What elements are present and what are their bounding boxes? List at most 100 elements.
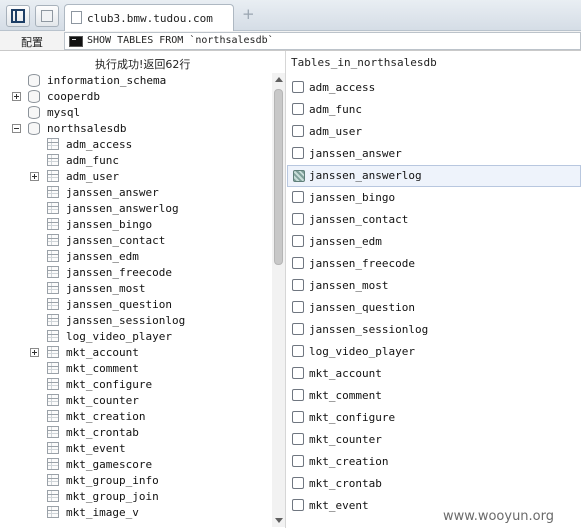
tree-table-item[interactable]: mkt_configure	[0, 377, 272, 393]
result-row[interactable]: mkt_configure	[287, 407, 581, 429]
result-row[interactable]: janssen_edm	[287, 231, 581, 253]
tree-item-label: mkt_image_v	[66, 506, 139, 519]
window-icon	[41, 10, 53, 22]
query-input[interactable]: SHOW TABLES FROM `northsalesdb`	[64, 32, 581, 50]
tree-table-item[interactable]: janssen_edm	[0, 249, 272, 265]
row-checkbox[interactable]	[292, 389, 304, 401]
result-cell: mkt_account	[309, 367, 382, 380]
result-row[interactable]: janssen_question	[287, 297, 581, 319]
tree-table-item[interactable]: mkt_counter	[0, 393, 272, 409]
tab-active[interactable]: club3.bmw.tudou.com	[64, 4, 234, 31]
result-row[interactable]: adm_user	[287, 121, 581, 143]
result-row[interactable]: mkt_counter	[287, 429, 581, 451]
tree-item-label: janssen_bingo	[66, 218, 153, 231]
tree-table-item[interactable]: mkt_gamescore	[0, 457, 272, 473]
config-button[interactable]: 配置	[21, 34, 43, 50]
result-cell: janssen_answerlog	[309, 169, 422, 182]
row-checkbox[interactable]	[292, 279, 304, 291]
scroll-down-arrow-icon[interactable]	[275, 518, 283, 523]
table-icon	[47, 170, 59, 182]
collapse-minus-icon[interactable]	[12, 124, 21, 133]
result-row[interactable]: adm_func	[287, 99, 581, 121]
tree-item-label: mkt_counter	[66, 394, 139, 407]
tree-item-label: northsalesdb	[47, 122, 127, 135]
tree-database-item[interactable]: mysql	[0, 105, 272, 121]
table-icon	[47, 330, 59, 342]
tree-table-item[interactable]: mkt_crontab	[0, 425, 272, 441]
result-row[interactable]: mkt_creation	[287, 451, 581, 473]
row-checkbox[interactable]	[292, 257, 304, 269]
tree-table-item[interactable]: janssen_sessionlog	[0, 313, 272, 329]
row-checkbox[interactable]	[292, 191, 304, 203]
tree-scrollbar[interactable]	[272, 73, 285, 527]
tree-table-item[interactable]: janssen_answerlog	[0, 201, 272, 217]
result-row[interactable]: janssen_freecode	[287, 253, 581, 275]
table-icon	[47, 298, 59, 310]
expand-plus-icon[interactable]	[30, 348, 39, 357]
row-checkbox[interactable]	[292, 455, 304, 467]
tree-table-item[interactable]: janssen_question	[0, 297, 272, 313]
tree-database-item[interactable]: cooperdb	[0, 89, 272, 105]
row-checkbox[interactable]	[292, 125, 304, 137]
scrollbar-thumb[interactable]	[274, 89, 283, 265]
scroll-up-arrow-icon[interactable]	[275, 77, 283, 82]
expand-plus-icon[interactable]	[30, 172, 39, 181]
tree-table-item[interactable]: janssen_contact	[0, 233, 272, 249]
row-checkbox[interactable]	[293, 170, 305, 182]
database-icon	[28, 74, 40, 87]
tree-table-item[interactable]: mkt_group_join	[0, 489, 272, 505]
tree-table-item[interactable]: janssen_most	[0, 281, 272, 297]
tree-item-label: mkt_crontab	[66, 426, 139, 439]
tab-overview-button[interactable]	[35, 5, 59, 27]
row-checkbox[interactable]	[292, 147, 304, 159]
result-row[interactable]: log_video_player	[287, 341, 581, 363]
tree-table-item[interactable]: janssen_freecode	[0, 265, 272, 281]
tree-table-item[interactable]: mkt_comment	[0, 361, 272, 377]
new-tab-plus-icon[interactable]: +	[242, 7, 255, 22]
row-checkbox[interactable]	[292, 301, 304, 313]
row-checkbox[interactable]	[292, 433, 304, 445]
row-checkbox[interactable]	[292, 213, 304, 225]
expand-plus-icon[interactable]	[12, 92, 21, 101]
result-row[interactable]: janssen_answerlog	[287, 165, 581, 187]
sidebar-toggle-button[interactable]	[6, 5, 30, 27]
row-checkbox[interactable]	[292, 81, 304, 93]
row-checkbox[interactable]	[292, 477, 304, 489]
result-row[interactable]: mkt_comment	[287, 385, 581, 407]
result-row[interactable]: mkt_crontab	[287, 473, 581, 495]
tree-table-item[interactable]: janssen_bingo	[0, 217, 272, 233]
table-icon	[47, 426, 59, 438]
tree-table-item[interactable]: log_video_player	[0, 329, 272, 345]
result-row[interactable]: janssen_sessionlog	[287, 319, 581, 341]
row-checkbox[interactable]	[292, 345, 304, 357]
row-checkbox[interactable]	[292, 235, 304, 247]
row-checkbox[interactable]	[292, 103, 304, 115]
tree-table-item[interactable]: mkt_group_info	[0, 473, 272, 489]
row-checkbox[interactable]	[292, 367, 304, 379]
result-row[interactable]: janssen_bingo	[287, 187, 581, 209]
result-cell: mkt_event	[309, 499, 369, 512]
row-checkbox[interactable]	[292, 499, 304, 511]
row-checkbox[interactable]	[292, 323, 304, 335]
result-pane: Tables_in_northsalesdb adm_access adm_fun…	[287, 51, 581, 528]
result-cell: mkt_comment	[309, 389, 382, 402]
tree-database-item[interactable]: information_schema	[0, 73, 272, 89]
tree-table-item[interactable]: mkt_image_v	[0, 505, 272, 521]
tree-table-item[interactable]: adm_access	[0, 137, 272, 153]
tree-database-item[interactable]: northsalesdb	[0, 121, 272, 137]
tree-table-item[interactable]: adm_user	[0, 169, 272, 185]
tree-table-item[interactable]: janssen_answer	[0, 185, 272, 201]
result-row[interactable]: mkt_account	[287, 363, 581, 385]
tree-table-item[interactable]: adm_func	[0, 153, 272, 169]
result-row[interactable]: janssen_most	[287, 275, 581, 297]
row-checkbox[interactable]	[292, 411, 304, 423]
result-row[interactable]: adm_access	[287, 77, 581, 99]
table-icon	[47, 442, 59, 454]
tree-table-item[interactable]: mkt_creation	[0, 409, 272, 425]
tree-item-label: mysql	[47, 106, 81, 119]
result-row[interactable]: janssen_answer	[287, 143, 581, 165]
tree-table-item[interactable]: mkt_event	[0, 441, 272, 457]
tree-table-item[interactable]: mkt_account	[0, 345, 272, 361]
tree-item-label: janssen_question	[66, 298, 172, 311]
result-row[interactable]: janssen_contact	[287, 209, 581, 231]
